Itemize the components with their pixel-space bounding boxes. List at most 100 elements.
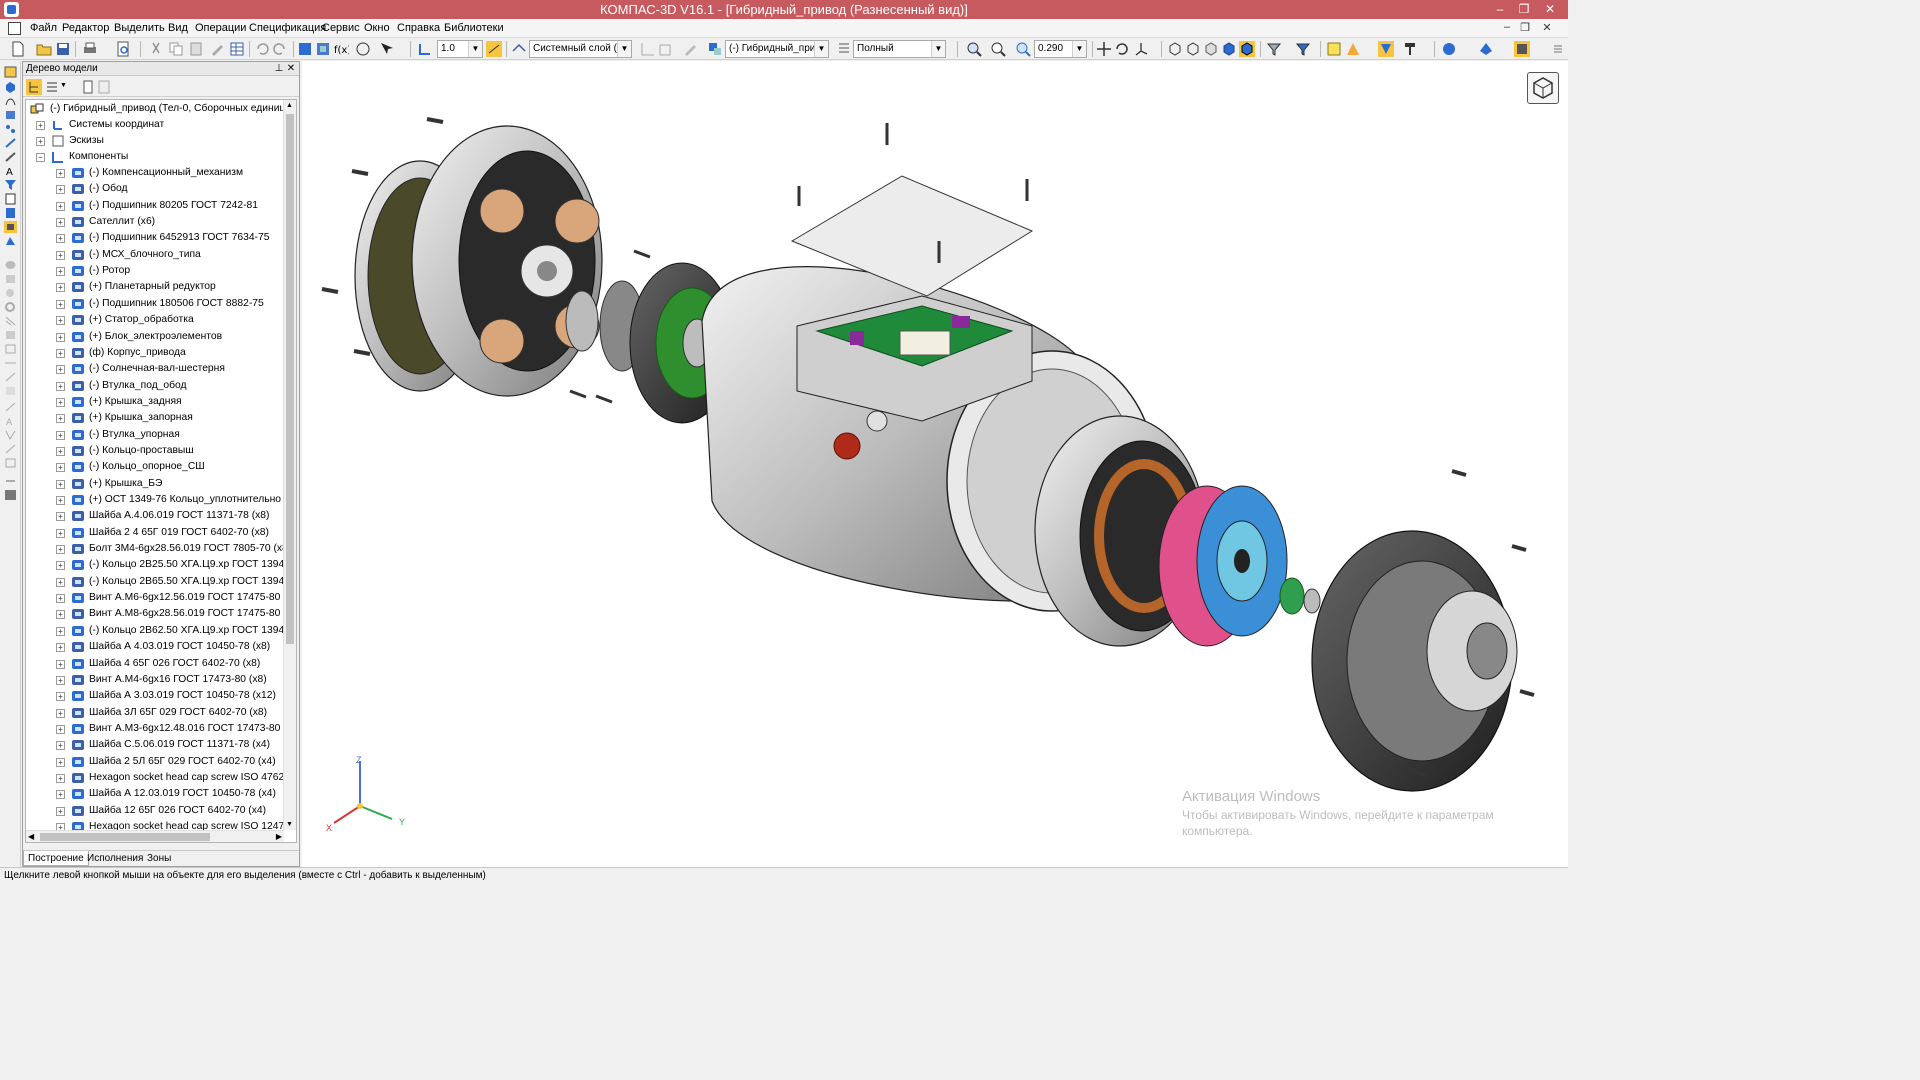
tree-component-item[interactable]: + Сателлит (x6) (26, 214, 284, 230)
copy-icon[interactable] (168, 41, 184, 57)
tree-component-item[interactable]: + (-) Ротор (26, 263, 284, 279)
editing-panel-icon[interactable] (4, 66, 17, 78)
manager-icon[interactable] (297, 41, 313, 57)
select-filter-icon[interactable] (1295, 41, 1311, 57)
expand-icon[interactable]: + (56, 757, 65, 767)
edit-icon[interactable] (683, 41, 699, 57)
scroll-left-icon[interactable]: ◀ (28, 832, 34, 841)
expand-icon[interactable]: + (56, 741, 65, 751)
tree-component-item[interactable]: + (+) ОСТ 1349-76 Кольцо_уплотнительно (26, 492, 284, 508)
tree-component-item[interactable]: + (-) Солнечная-вал-шестерня (26, 361, 284, 377)
filter-tree-icon[interactable] (96, 79, 112, 95)
expand-icon[interactable]: + (56, 414, 65, 424)
tree-component-item[interactable]: + Шайба 4 65Г 026 ГОСТ 6402-70 (x8) (26, 656, 284, 672)
scroll-right-icon[interactable]: ▶ (276, 832, 282, 841)
tree-component-item[interactable]: + Винт А.М6-6gx12.56.019 ГОСТ 17475-80 (x… (26, 590, 284, 606)
planetary-gear-part[interactable] (411, 125, 603, 397)
expand-icon[interactable]: + (56, 512, 65, 522)
properties-icon[interactable] (210, 41, 226, 57)
expand-icon[interactable]: + (56, 430, 65, 440)
undo-icon[interactable] (254, 41, 270, 57)
parameter-icon[interactable] (4, 401, 17, 413)
no-hidden-icon[interactable] (1203, 41, 1219, 57)
annotation-icon[interactable]: A (4, 415, 17, 427)
solid-icon[interactable] (4, 81, 17, 93)
grid-icon[interactable] (640, 41, 656, 57)
part-edit-icon[interactable] (1345, 41, 1361, 57)
layer-combo[interactable]: Системный слой (0) ▼ (529, 40, 632, 58)
display-mode-icon[interactable] (836, 41, 852, 57)
tree-vertical-scrollbar[interactable]: ▲ ▼ (283, 100, 296, 830)
doc-restore-icon[interactable]: ❐ (1518, 21, 1532, 35)
expand-icon[interactable]: + (36, 121, 45, 130)
scroll-up-icon[interactable]: ▲ (286, 102, 293, 109)
tree-component-item[interactable]: + (+) Планетарный редуктор (26, 279, 284, 295)
tree-component-item[interactable]: + Винт А.М8-6gx28.56.019 ГОСТ 17475-80 (x… (26, 606, 284, 622)
tree-component-item[interactable]: + (-) Обод (26, 181, 284, 197)
expand-icon[interactable]: + (56, 365, 65, 375)
spreadsheet-icon[interactable] (229, 41, 245, 57)
view-orientation-button[interactable] (1527, 72, 1559, 104)
scroll-thumb[interactable] (40, 833, 210, 841)
dimension-icon[interactable] (4, 357, 17, 369)
expand-icon[interactable]: + (56, 397, 65, 407)
expand-icon[interactable]: + (56, 283, 65, 293)
expand-icon[interactable]: + (56, 675, 65, 685)
expand-icon[interactable]: + (56, 806, 65, 816)
tree-component-item[interactable]: + (-) Кольцо 2В25.50 ХГА.Ц9.хр ГОСТ 13940… (26, 557, 284, 573)
tree-component-item[interactable]: + (-) Кольцо 2В62.50 ХГА.Ц9.хр ГОСТ 13941… (26, 623, 284, 639)
panel-toggle-icon[interactable] (1514, 41, 1530, 57)
preview-icon[interactable] (115, 41, 131, 57)
tree-component-item[interactable]: + (+) Статор_обработка (26, 312, 284, 328)
selected-tool-icon[interactable] (4, 221, 17, 233)
tree-root[interactable]: (-) Гибридный_привод (Тел-0, Сборочных е… (26, 101, 284, 117)
tree-component-item[interactable]: + (+) Крышка_запорная (26, 410, 284, 426)
pipe-icon[interactable] (4, 301, 17, 313)
expand-icon[interactable]: + (56, 332, 65, 342)
front-cover-part[interactable] (1311, 530, 1518, 792)
view-settings-icon[interactable] (1441, 41, 1457, 57)
thread-icon[interactable] (4, 315, 17, 327)
model-tree[interactable]: (-) Гибридный_привод (Тел-0, Сборочных е… (25, 99, 297, 843)
menu-file[interactable]: Файл (30, 22, 57, 34)
tree-component-item[interactable]: + Болт 3М4-6gx28.56.019 ГОСТ 7805-70 (x8) (26, 541, 284, 557)
expand-icon[interactable]: + (56, 316, 65, 326)
tree-component-item[interactable]: + Шайба 3Л 65Г 029 ГОСТ 6402-70 (x8) (26, 705, 284, 721)
rotor-part[interactable] (1158, 485, 1288, 647)
expand-icon[interactable]: + (56, 299, 65, 309)
snap-toggle-icon[interactable] (486, 41, 502, 57)
pin-icon[interactable]: ⊥ (273, 62, 285, 75)
designation-icon[interactable] (4, 371, 17, 383)
text-icon[interactable]: A (4, 165, 17, 177)
collapse-icon[interactable]: − (36, 153, 45, 162)
model-viewport[interactable]: Z Y X Активация Windows Чтобы активирова… (302, 61, 1568, 867)
measure-icon[interactable] (1402, 41, 1418, 57)
tree-component-item[interactable]: + (-) Втулка_упорная (26, 427, 284, 443)
library-manager-icon[interactable] (315, 41, 331, 57)
expand-icon[interactable]: + (56, 659, 65, 669)
doc-close-icon[interactable]: ✕ (1540, 21, 1554, 35)
tree-component-item[interactable]: + (-) Кольцо-проставыш (26, 443, 284, 459)
expand-icon[interactable]: + (56, 381, 65, 391)
save-icon[interactable] (55, 41, 71, 57)
tree-component-item[interactable]: + (-) Втулка_под_обод (26, 378, 284, 394)
component-icon[interactable] (707, 41, 723, 57)
curve-icon[interactable] (4, 95, 17, 107)
new-document-icon[interactable] (10, 41, 26, 57)
menu-operations[interactable]: Операции (195, 22, 246, 34)
doc-minimize-icon[interactable]: – (1500, 21, 1514, 35)
leader-icon[interactable] (4, 443, 17, 455)
mate-icon[interactable] (4, 137, 17, 149)
tree-folder-sketches[interactable]: + Эскизы (26, 133, 284, 149)
tree-folder-components[interactable]: − Компоненты (26, 149, 284, 165)
rotate-icon[interactable] (1114, 41, 1130, 57)
expand-icon[interactable]: + (56, 267, 65, 277)
tree-component-item[interactable]: + Шайба С.5.06.019 ГОСТ 11371-78 (x4) (26, 737, 284, 753)
expand-icon[interactable]: + (56, 626, 65, 636)
halftone-icon[interactable] (1221, 41, 1237, 57)
expand-icon[interactable]: + (56, 610, 65, 620)
expand-icon[interactable]: + (56, 577, 65, 587)
measure-tool-icon[interactable] (4, 151, 17, 163)
scroll-thumb[interactable] (286, 114, 294, 644)
base-icon[interactable] (4, 471, 17, 483)
